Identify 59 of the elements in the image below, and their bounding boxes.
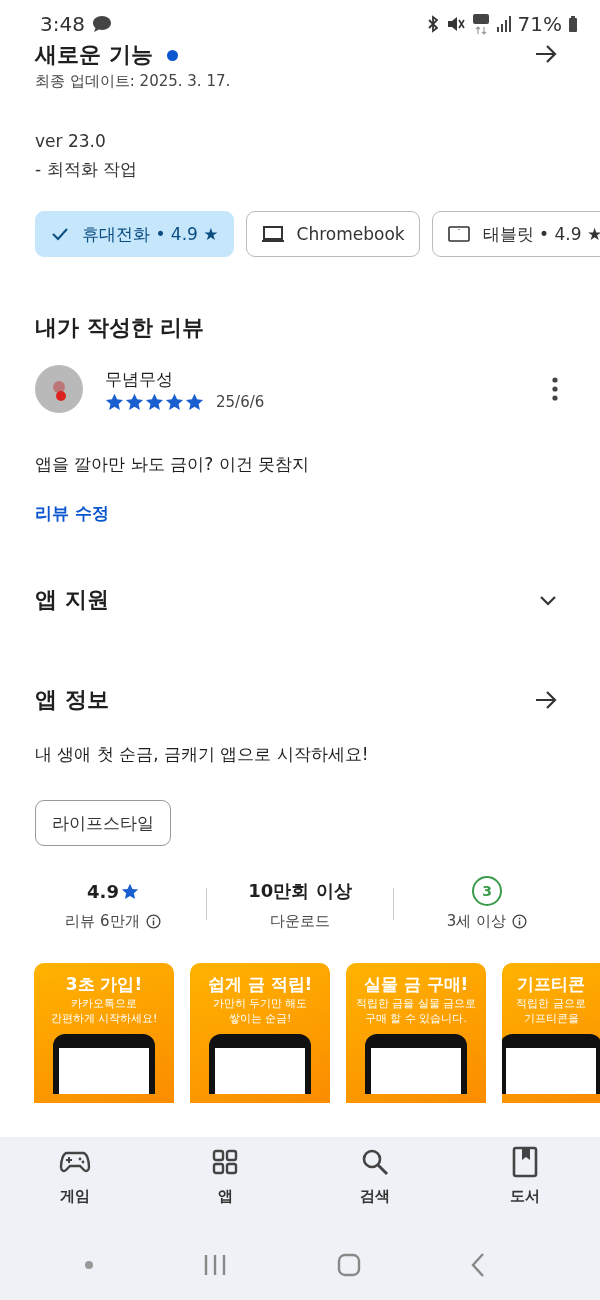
- screenshot-caption: 기프티콘을: [523, 1011, 579, 1026]
- screenshot-caption: 간편하게 시작하세요!: [50, 1011, 158, 1026]
- update-date: 최종 업데이트: 2025. 3. 17.: [35, 72, 231, 91]
- section-title: 앱 지원: [35, 586, 109, 614]
- screenshot-caption: 구매 할 수 있습니다.: [365, 1011, 467, 1026]
- category-chip[interactable]: 라이프스타일: [35, 800, 171, 846]
- screenshot-headline: 3초 가입!: [65, 973, 143, 996]
- screenshot-headline: 쉽게 금 적립!: [207, 973, 313, 996]
- status-time: 3:48: [40, 12, 85, 36]
- nav-tab[interactable]: 도서: [450, 1145, 600, 1230]
- avatar: [35, 365, 83, 413]
- home-icon[interactable]: [336, 1253, 361, 1277]
- review-text: 앱을 깔아만 놔도 금이? 이건 못참지: [34, 453, 311, 476]
- info-icon[interactable]: [145, 914, 161, 929]
- battery-icon: [568, 15, 578, 33]
- review-date: 25/6/6: [216, 392, 265, 411]
- tablet-icon: [446, 224, 471, 244]
- screenshot-headline: 기프티콘: [517, 973, 585, 996]
- release-note: - 최적화 작업: [35, 158, 138, 181]
- edit-review-link[interactable]: 리뷰 수정: [35, 502, 109, 525]
- more-icon[interactable]: [552, 377, 558, 401]
- bookmark-book-icon: [512, 1146, 538, 1178]
- gamepad-icon: [59, 1149, 91, 1175]
- screenshot-caption: 쌓이는 순금!: [228, 1011, 292, 1026]
- laptop-icon: [260, 224, 285, 244]
- chat-bubble-icon: [90, 14, 113, 34]
- indicator-dot: [84, 1261, 93, 1269]
- back-icon[interactable]: [469, 1252, 486, 1278]
- section-title: 새로운 기능: [35, 41, 153, 69]
- download-count: 10만회 이상: [248, 879, 352, 903]
- device-chip[interactable]: Chromebook: [245, 211, 420, 257]
- section-title: 내가 작성한 리뷰: [34, 314, 206, 342]
- release-note: ver 23.0: [35, 130, 107, 153]
- screenshot-caption: 가만히 두기만 해도: [212, 996, 308, 1011]
- app-description: 내 생애 첫 순금, 금캐기 앱으로 시작하세요!: [34, 743, 370, 766]
- nav-tab[interactable]: 앱: [150, 1145, 300, 1230]
- apps-grid-icon: [212, 1149, 238, 1175]
- reviewer-name: 무념무성: [105, 367, 174, 391]
- star-icon: [120, 882, 139, 900]
- nav-tab[interactable]: 게임: [0, 1145, 150, 1230]
- screenshot-headline: 실물 금 구매!: [363, 973, 469, 996]
- screenshot-caption: 카카오톡으로: [71, 996, 137, 1011]
- network-icon: [471, 13, 490, 35]
- stat-label: 리뷰 6만개: [65, 912, 140, 931]
- screenshot-caption: 적립한 금을 실물 금으로: [355, 996, 477, 1011]
- stat-label: 3세 이상: [446, 912, 507, 931]
- mute-icon: [445, 15, 466, 33]
- device-chip[interactable]: 휴대전화 • 4.9 ★: [35, 211, 234, 257]
- age-rating-badge: 3: [472, 876, 502, 906]
- info-icon[interactable]: [512, 914, 528, 929]
- section-title: 앱 정보: [35, 686, 109, 714]
- nav-tab[interactable]: 검색: [300, 1145, 450, 1230]
- signal-icon: [495, 15, 512, 33]
- rating-value: 4.9: [87, 880, 119, 902]
- bluetooth-icon: [425, 15, 440, 33]
- battery-percent: 71%: [517, 12, 562, 36]
- screenshot-caption: 적립한 금으로: [516, 996, 586, 1011]
- stat-label: 다운로드: [270, 912, 330, 931]
- search-icon: [360, 1147, 390, 1177]
